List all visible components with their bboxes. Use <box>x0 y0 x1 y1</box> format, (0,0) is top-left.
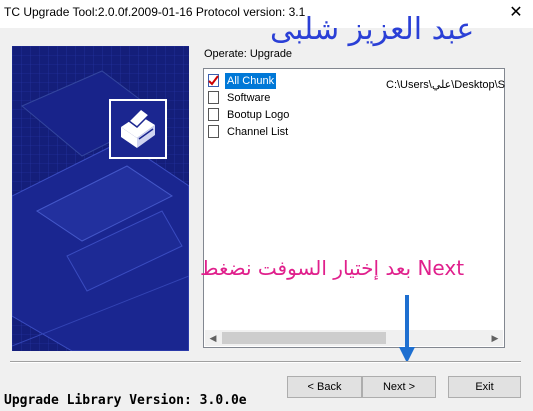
checked-file-icon <box>208 74 219 87</box>
next-button[interactable]: Next > <box>362 376 436 398</box>
horizontal-scrollbar[interactable]: ◀ ▶ <box>205 330 503 346</box>
file-icon <box>208 91 219 104</box>
scroll-right-icon[interactable]: ▶ <box>487 330 503 346</box>
file-icon <box>208 108 219 121</box>
printer-logo-icon <box>109 99 167 159</box>
file-icon <box>208 125 219 138</box>
file-path: C:\Users\علي\Desktop\S <box>386 79 506 91</box>
scroll-left-icon[interactable]: ◀ <box>205 330 221 346</box>
overlay-instruction: بعد إختيار السوفت نضغط Next <box>200 256 465 280</box>
arrow-down-icon <box>399 295 415 363</box>
exit-button[interactable]: Exit <box>448 376 521 398</box>
list-item-label: Channel List <box>227 126 289 138</box>
chunk-listbox[interactable]: All Chunk C:\Users\علي\Desktop\S Softwar… <box>203 68 505 348</box>
divider <box>10 361 521 363</box>
list-item-label: All Chunk <box>225 73 277 89</box>
operate-label: Operate: Upgrade <box>204 48 293 60</box>
back-button[interactable]: < Back <box>287 376 362 398</box>
side-banner <box>12 46 189 351</box>
window-title: TC Upgrade Tool:2.0.0f.2009-01-16 Protoc… <box>4 5 306 19</box>
list-item-label: Bootup Logo <box>227 109 290 121</box>
overlay-author-name: عبد العزيز شلبى <box>270 12 475 47</box>
scroll-thumb[interactable] <box>222 332 386 344</box>
banner-artwork <box>12 46 189 351</box>
close-icon[interactable]: ✕ <box>499 0 533 28</box>
list-item-label: Software <box>227 92 271 104</box>
library-version: Upgrade Library Version: 3.0.0e <box>4 393 247 408</box>
